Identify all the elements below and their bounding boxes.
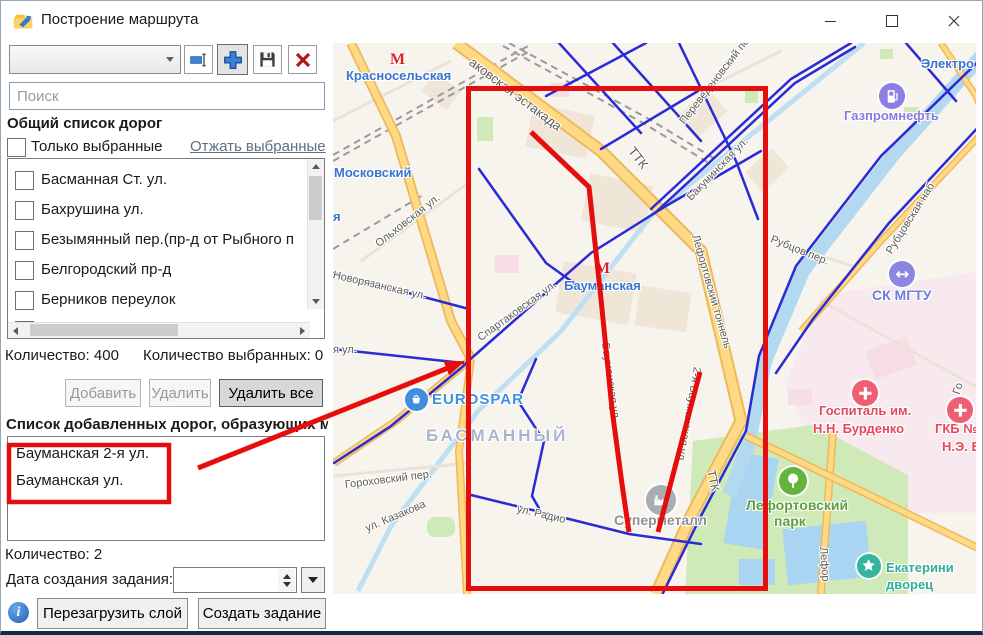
label-lefortovsky-park-2: парк bbox=[774, 513, 806, 529]
date-dropdown-button[interactable] bbox=[301, 567, 325, 593]
park-tree-icon bbox=[779, 467, 807, 495]
road-label: Безымянный пер.(пр-д от Рыбного п bbox=[41, 231, 294, 248]
date-input[interactable] bbox=[173, 567, 297, 593]
road-checkbox[interactable] bbox=[15, 261, 34, 280]
left-panel: Общий список дорог Только выбранные Отжа… bbox=[1, 41, 333, 632]
spinner-up-icon[interactable] bbox=[283, 574, 291, 579]
label-gazpromneft: Газпромнефть bbox=[844, 108, 939, 123]
label-eurospar: EUROSPAR bbox=[432, 391, 524, 408]
label-gkb: ГКБ № bbox=[935, 421, 976, 436]
delete-route-button[interactable] bbox=[288, 45, 317, 74]
scroll-down-icon[interactable] bbox=[312, 299, 320, 304]
spinner-down-icon[interactable] bbox=[283, 582, 291, 587]
gazpromneft-fuel-icon bbox=[879, 83, 905, 109]
window-title: Построение маршрута bbox=[41, 11, 198, 28]
remove-all-button[interactable]: Удалить все bbox=[219, 379, 323, 407]
close-button[interactable] bbox=[931, 1, 977, 41]
added-roads-list[interactable]: Бауманская 2-я ул. Бауманская ул. bbox=[7, 436, 325, 541]
unselect-all-link[interactable]: Отжать выбранные bbox=[190, 138, 326, 155]
label-krasnoselskaya: Красносельская bbox=[346, 68, 451, 83]
palace-star-icon bbox=[857, 554, 881, 578]
vertical-scroll-thumb[interactable] bbox=[309, 176, 322, 220]
label-ekaterininsky-2: дворец bbox=[886, 577, 933, 592]
date-label: Дата создания задания: bbox=[6, 571, 173, 588]
road-checkbox[interactable] bbox=[15, 201, 34, 220]
create-task-button[interactable]: Создать задание bbox=[198, 598, 326, 629]
remove-road-button[interactable]: Удалить bbox=[149, 379, 211, 407]
label-hospital-2: Н.Н. Бурденко bbox=[813, 421, 904, 436]
app-icon bbox=[12, 10, 34, 32]
scroll-up-icon[interactable] bbox=[312, 164, 320, 169]
maximize-button[interactable] bbox=[869, 1, 915, 41]
date-spinner[interactable] bbox=[278, 569, 295, 591]
scroll-left-icon[interactable] bbox=[13, 327, 18, 335]
hospital-cross-icon-2 bbox=[947, 397, 973, 423]
rename-button[interactable] bbox=[184, 45, 213, 74]
road-label: Берников переулок bbox=[41, 291, 175, 308]
scroll-right-icon[interactable] bbox=[300, 327, 305, 335]
label-partial-ya: я bbox=[333, 209, 341, 224]
road-list-item[interactable]: Басманная Ст. ул. bbox=[8, 168, 288, 198]
delete-icon bbox=[294, 51, 312, 69]
app-window: Построение маршрута Общий с bbox=[0, 0, 983, 635]
added-road-item[interactable]: Бауманская ул. bbox=[16, 472, 123, 489]
roads-list-horizontal-scrollbar[interactable] bbox=[8, 322, 310, 338]
road-checkbox[interactable] bbox=[15, 171, 34, 190]
add-road-button[interactable]: Добавить bbox=[65, 379, 141, 407]
label-district: БАСМАННЫЙ bbox=[426, 426, 568, 446]
info-icon[interactable]: i bbox=[8, 602, 29, 623]
krasnoselskaya-metro-icon: М bbox=[390, 51, 405, 69]
label-elektro: Электро bbox=[921, 56, 974, 71]
label-ekaterininsky-1: Екатерини bbox=[886, 560, 954, 575]
roads-list[interactable]: Басманная Ст. ул. Бахрушина ул. Безымянный… bbox=[7, 158, 325, 339]
roads-count: Количество: 400 bbox=[5, 347, 119, 364]
road-label: Бахрушина ул. bbox=[41, 201, 144, 218]
title-bar[interactable]: Построение маршрута bbox=[1, 1, 982, 41]
reload-layer-button[interactable]: Перезагрузить слой bbox=[37, 598, 188, 629]
search-input[interactable] bbox=[9, 82, 325, 110]
label-moskovsky: Московский bbox=[334, 165, 412, 180]
add-icon bbox=[222, 49, 244, 71]
added-roads-title: Список добавленных дорог, образующих ма bbox=[6, 416, 328, 433]
road-list-item[interactable]: Безымянный пер.(пр-д от Рыбного п bbox=[8, 228, 288, 258]
label-baumanskaya-metro: Бауманская bbox=[564, 278, 641, 293]
minimize-button[interactable] bbox=[807, 1, 853, 41]
roads-list-vertical-scrollbar[interactable] bbox=[307, 159, 324, 309]
label-lefortovsky-val: Лефор bbox=[817, 547, 831, 582]
selected-count: Количество выбранных: 0 bbox=[143, 347, 323, 364]
added-road-item[interactable]: Бауманская 2-я ул. bbox=[16, 445, 149, 462]
add-route-button[interactable] bbox=[217, 44, 248, 75]
roads-list-title: Общий список дорог bbox=[7, 115, 162, 132]
map-canvas[interactable]: Красносельская Московский Бауманская Электр… bbox=[333, 43, 976, 594]
hospital-cross-icon bbox=[852, 380, 878, 406]
rename-icon bbox=[189, 50, 209, 70]
only-selected-label: Только выбранные bbox=[31, 138, 163, 155]
road-checkbox[interactable] bbox=[15, 291, 34, 310]
chevron-down-icon bbox=[166, 57, 174, 62]
sk-mgtu-sport-icon bbox=[889, 261, 915, 287]
save-icon bbox=[258, 50, 277, 69]
save-button[interactable] bbox=[253, 45, 282, 74]
baumanskaya-metro-icon: М bbox=[595, 260, 610, 278]
only-selected-checkbox[interactable] bbox=[7, 138, 26, 157]
supermetall-factory-icon bbox=[646, 485, 676, 515]
road-label: Басманная Ст. ул. bbox=[41, 171, 167, 188]
route-select-combobox[interactable] bbox=[9, 45, 181, 74]
label-sk-mgtu: СК МГТУ bbox=[872, 287, 931, 303]
label-ne-ba: Н.Э. Ба bbox=[942, 439, 976, 454]
road-list-item[interactable]: Бахрушина ул. bbox=[8, 198, 288, 228]
horizontal-scroll-thumb[interactable] bbox=[30, 324, 178, 336]
road-list-item[interactable]: Белгородский пр-д bbox=[8, 258, 288, 288]
road-label: Белгородский пр-д bbox=[41, 261, 171, 278]
eurospar-basket-icon bbox=[405, 388, 428, 411]
road-list-item[interactable]: Берников переулок bbox=[8, 288, 288, 318]
added-count: Количество: 2 bbox=[5, 546, 102, 563]
road-checkbox[interactable] bbox=[15, 231, 34, 250]
label-lefortovsky-park-1: Лефортовский bbox=[746, 497, 848, 513]
label-partial-ya-ul: я ул. bbox=[333, 344, 357, 356]
chevron-down-icon bbox=[308, 577, 318, 583]
